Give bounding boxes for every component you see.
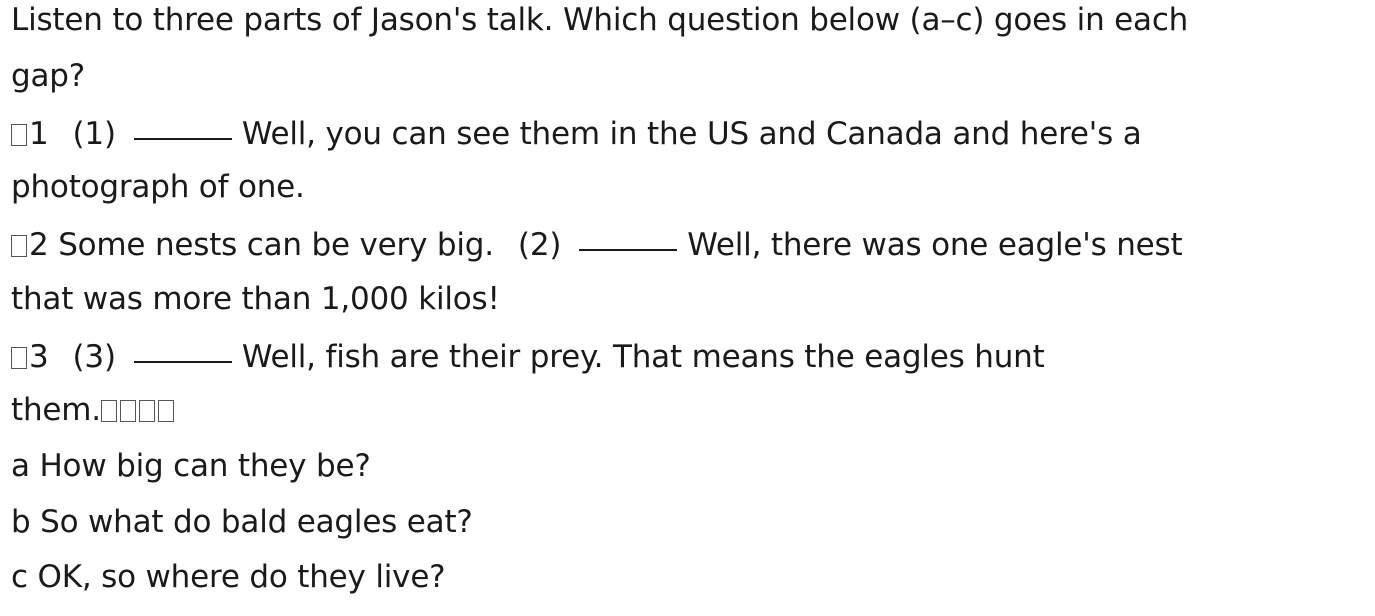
gap-label: (2) xyxy=(517,227,562,263)
item-number: 1 xyxy=(29,116,49,152)
gap-label: (3) xyxy=(72,339,117,375)
answer-blank xyxy=(133,335,232,363)
option-c: c OK, so where do they live? xyxy=(11,559,446,595)
item-continuation-text: them. xyxy=(11,392,101,428)
item-text: Well, you can see them in the US and Can… xyxy=(241,116,1142,152)
gap-label: (1) xyxy=(72,116,117,152)
item-2-continuation: that was more than 1,000 kilos! xyxy=(11,281,500,317)
item-3: 3 (3) Well, fish are their prey. That mean… xyxy=(11,335,1045,375)
missing-glyph-box xyxy=(100,400,117,422)
answer-blank xyxy=(133,112,232,140)
exercise-document: Listen to three parts of Jason's talk. W… xyxy=(0,0,1375,616)
instruction-line-1: Listen to three parts of Jason's talk. W… xyxy=(11,2,1189,38)
item-number: 2 xyxy=(29,227,49,263)
missing-glyph-box xyxy=(11,235,27,257)
item-number: 3 xyxy=(29,339,49,375)
answer-blank xyxy=(579,223,678,251)
option-b: b So what do bald eagles eat? xyxy=(11,504,473,540)
item-2: 2 Some nests can be very big. (2) Well, th… xyxy=(11,223,1183,263)
missing-glyph-box xyxy=(11,124,27,146)
item-text-before: Some nests can be very big. xyxy=(58,227,494,263)
option-a: a How big can they be? xyxy=(11,448,371,484)
item-1: 1 (1) Well, you can see them in the US and… xyxy=(11,112,1142,152)
item-3-continuation: them. xyxy=(11,390,176,430)
missing-glyph-box xyxy=(119,400,136,422)
missing-glyph-box xyxy=(11,347,27,369)
instruction-line-2: gap? xyxy=(11,58,86,94)
item-1-continuation: photograph of one. xyxy=(11,169,305,205)
item-text: Well, there was one eagle's nest xyxy=(687,227,1183,263)
item-text: Well, fish are their prey. That means th… xyxy=(241,339,1045,375)
missing-glyph-box xyxy=(157,400,174,422)
missing-glyph-box xyxy=(138,400,155,422)
